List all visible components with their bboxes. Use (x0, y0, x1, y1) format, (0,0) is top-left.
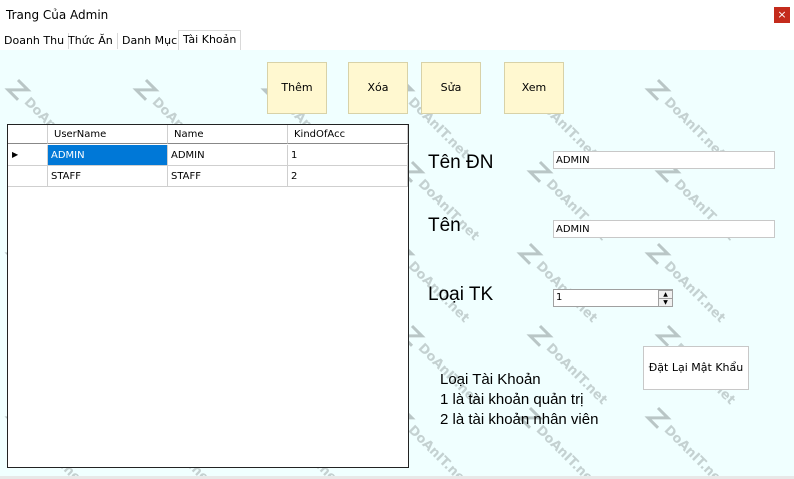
account-type-legend-staff: 2 là tài khoản nhân viên (440, 411, 599, 428)
account-type-legend-title: Loại Tài Khoản (440, 371, 541, 388)
table-cell-name[interactable]: STAFF (168, 166, 288, 187)
table-cell-name[interactable]: ADMIN (168, 145, 288, 166)
edit-button[interactable]: Sửa (421, 62, 481, 114)
table-cell-kind[interactable]: 1 (288, 145, 408, 166)
grid-corner-header (8, 125, 48, 144)
tab-food[interactable]: Thức Ăn (64, 33, 118, 49)
username-field[interactable]: ADMIN (553, 151, 775, 169)
view-button[interactable]: Xem (504, 62, 564, 114)
row-header[interactable]: ▶ (8, 145, 48, 166)
account-type-value: 1 (556, 292, 563, 303)
tab-strip: Doanh Thu Thức Ăn Danh Mục Tài Khoản (0, 30, 794, 52)
tab-revenue[interactable]: Doanh Thu (0, 33, 70, 49)
tab-accounts[interactable]: Tài Khoản (178, 30, 242, 52)
accounts-grid[interactable]: UserName Name KindOfAcc ▶ ADMIN ADMIN 1 … (7, 124, 409, 468)
row-header[interactable] (8, 166, 48, 187)
account-type-label: Loại TK (428, 284, 494, 305)
table-cell-kind[interactable]: 2 (288, 166, 408, 187)
add-button[interactable]: Thêm (267, 62, 327, 114)
reset-password-button[interactable]: Đặt Lại Mật Khẩu (643, 346, 749, 390)
column-header-username[interactable]: UserName (48, 125, 168, 144)
column-header-name[interactable]: Name (168, 125, 288, 144)
name-field[interactable]: ADMIN (553, 220, 775, 238)
delete-button[interactable]: Xóa (348, 62, 408, 114)
account-type-legend-admin: 1 là tài khoản quản trị (440, 391, 584, 408)
column-header-kind[interactable]: KindOfAcc (288, 125, 408, 144)
table-cell-username[interactable]: STAFF (48, 166, 168, 187)
close-icon[interactable]: × (774, 7, 790, 23)
username-label: Tên ĐN (428, 152, 494, 173)
stepper-down-icon[interactable]: ▼ (658, 298, 673, 307)
table-cell-username[interactable]: ADMIN (48, 145, 168, 166)
current-row-icon: ▶ (12, 150, 19, 159)
tab-category[interactable]: Danh Mục (118, 33, 183, 49)
title-bar: Trang Của Admin × (0, 0, 794, 30)
window-title: Trang Của Admin (6, 8, 109, 22)
account-type-stepper[interactable]: 1 ▲ ▼ (553, 289, 673, 307)
name-label: Tên (428, 215, 461, 236)
